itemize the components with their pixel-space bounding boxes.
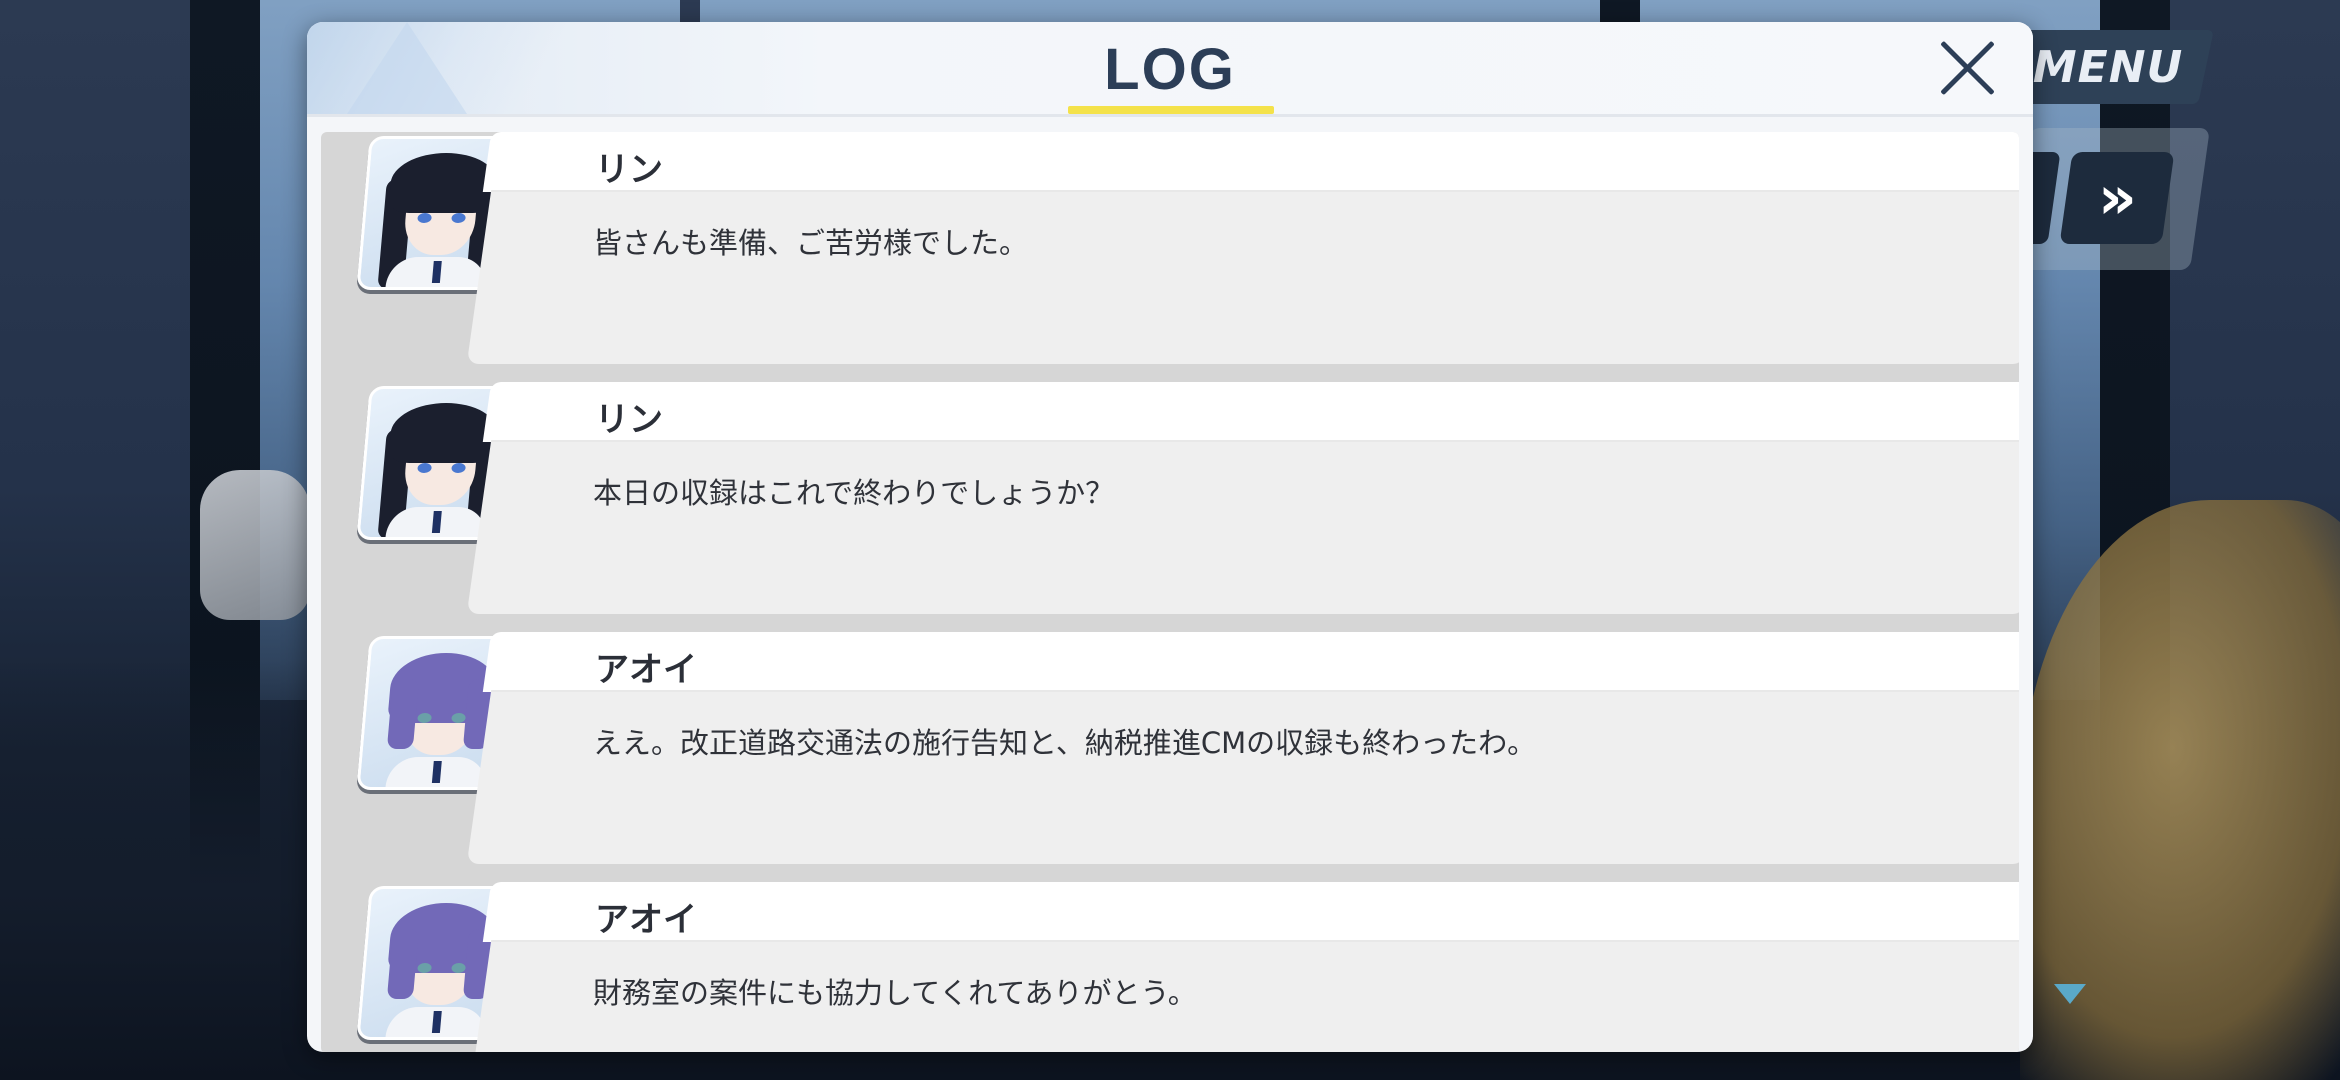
log-header: LOG (307, 22, 2033, 117)
fast-forward-button[interactable]: » (2059, 152, 2175, 244)
speaker-tab (482, 632, 2019, 692)
fast-forward-icon: » (2097, 163, 2137, 233)
menu-label: MENU (2032, 41, 2184, 93)
log-entry: アオイ ええ。改正道路交通法の施行告知と、納税推進CMの収録も終わったわ。 (321, 632, 2019, 864)
speaker-name: リン (595, 400, 663, 440)
log-list[interactable]: リン 皆さんも準備、ご苦労様でした。 リン 本日の収録はこれで終わりでしょうか？ (321, 132, 2019, 1052)
message-text: 財務室の案件にも協力してくれてありがとう。 (593, 976, 1197, 1010)
message-bubble (466, 190, 2019, 364)
message-bubble (466, 440, 2019, 614)
close-icon[interactable] (1937, 38, 1997, 98)
message-bubble (466, 690, 2019, 864)
speaker-tab (482, 132, 2019, 192)
title-underline (1068, 106, 1274, 114)
log-title: LOG (1104, 37, 1236, 102)
log-entry: アオイ 財務室の案件にも協力してくれてありがとう。 (321, 882, 2019, 1052)
menu-button[interactable]: MENU (2002, 30, 2214, 104)
speaker-tab (482, 882, 2019, 942)
speaker-name: リン (595, 150, 663, 190)
message-text: ええ。改正道路交通法の施行告知と、納税推進CMの収録も終わったわ。 (593, 726, 1537, 760)
speaker-name: アオイ (595, 900, 697, 940)
speaker-tab (482, 382, 2019, 442)
log-entry: リン 皆さんも準備、ご苦労様でした。 (321, 132, 2019, 364)
log-entry: リン 本日の収録はこれで終わりでしょうか？ (321, 382, 2019, 614)
chevron-down-icon (2054, 984, 2086, 1004)
message-text: 本日の収録はこれで終わりでしょうか？ (593, 476, 1115, 510)
log-dialog: LOG リン 皆さんも準備、ご苦労様でした。 リン 本日の収録はこれで終わりでし… (307, 22, 2033, 1052)
message-text: 皆さんも準備、ご苦労様でした。 (593, 226, 1029, 260)
speaker-name: アオイ (595, 650, 697, 690)
character-hand (200, 470, 310, 620)
